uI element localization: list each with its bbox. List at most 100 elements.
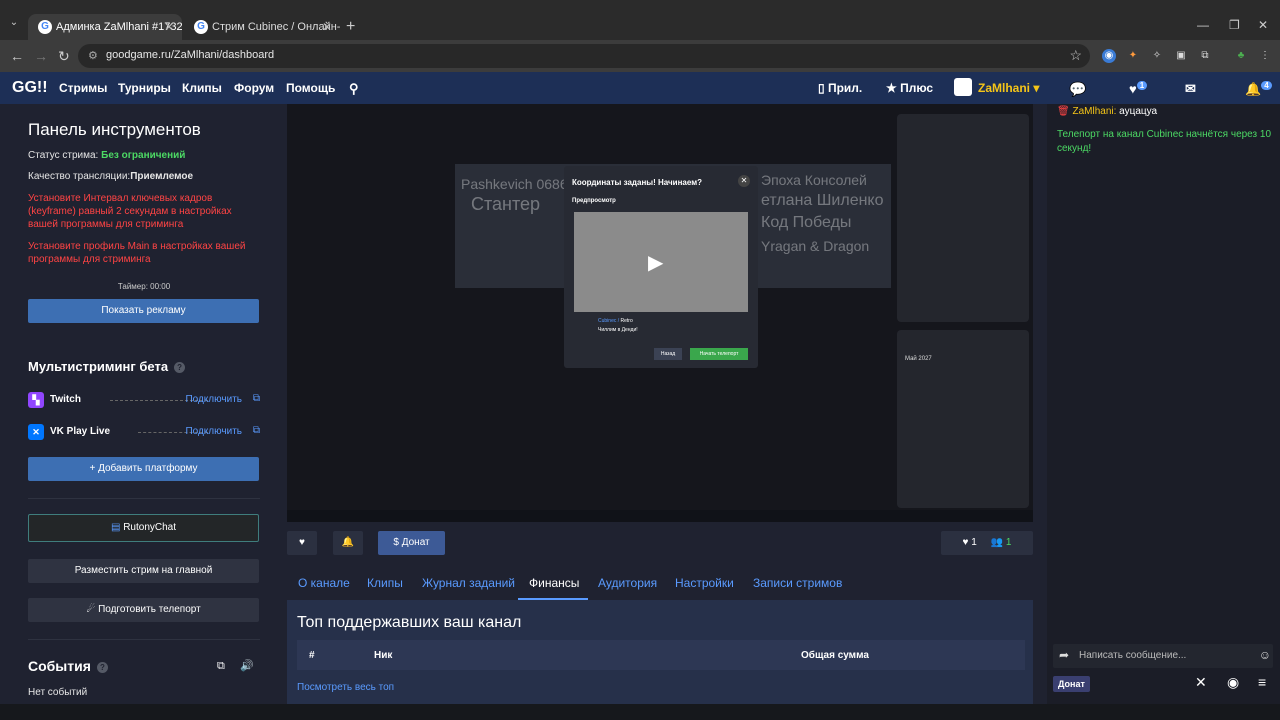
platform-name: VK Play Live xyxy=(50,426,111,437)
extension-icon[interactable]: ◉ xyxy=(1102,49,1116,63)
teleport-icon: ☄ xyxy=(86,604,96,615)
calendar-month: Май 2027 xyxy=(905,356,932,362)
avatar[interactable] xyxy=(954,78,972,96)
minimize-icon[interactable]: — xyxy=(1197,18,1209,32)
close-icon[interactable]: ✕ xyxy=(322,20,332,34)
chat-icon[interactable]: 💬 xyxy=(1069,81,1086,98)
sound-icon[interactable]: 🔊 xyxy=(240,659,254,672)
add-platform-label: Добавить платформу xyxy=(98,463,198,474)
close-icon[interactable]: ✕ xyxy=(164,20,174,34)
search-icon[interactable]: ⚲ xyxy=(349,81,359,97)
rutonychat-button[interactable]: ▤ RutonyChat xyxy=(28,514,259,542)
video-progress-bar[interactable] xyxy=(287,510,1033,522)
profile-icon[interactable]: ♣ xyxy=(1234,49,1248,63)
connect-twitch-link[interactable]: Подключить xyxy=(185,394,242,405)
emoji-icon[interactable]: ☺ xyxy=(1259,648,1271,662)
heart-button[interactable]: ♥ xyxy=(287,531,317,555)
notifications-panel xyxy=(897,114,1029,322)
chat-username[interactable]: ZaMlhani: xyxy=(1072,106,1116,117)
tab-clips[interactable]: Клипы xyxy=(367,576,403,590)
chat-donate-button[interactable]: Донат xyxy=(1053,676,1090,692)
heart-badge-icon[interactable]: ♥ 1 xyxy=(1129,81,1148,96)
chat-text: ауцацуа xyxy=(1119,106,1158,117)
app-label: Прил. xyxy=(827,81,863,95)
user-menu[interactable]: ZaMlhani ▾ xyxy=(978,81,1039,95)
maximize-icon[interactable]: ❐ xyxy=(1229,18,1240,32)
menu-dots-icon[interactable]: ⋮ xyxy=(1258,49,1272,63)
extension-icon[interactable]: ✦ xyxy=(1126,49,1140,63)
status-label: Статус стрима: xyxy=(28,150,99,161)
username: ZaMlhani xyxy=(978,81,1031,95)
twitch-icon: ▚ xyxy=(28,392,44,408)
app-button[interactable]: ▯ Прил. xyxy=(818,81,862,95)
extensions-puzzle-icon[interactable]: ⧉ xyxy=(1198,49,1212,63)
start-teleport-button[interactable]: Начать телепорт xyxy=(690,348,748,360)
extension-icon[interactable]: ✧ xyxy=(1150,49,1164,63)
events-header: События? xyxy=(28,658,108,674)
stream-video[interactable]: Pashkevich 06866 Стантер Эпоха Консолей … xyxy=(287,104,1033,510)
column-total: Общая сумма xyxy=(801,650,869,661)
events-title: События xyxy=(28,658,91,674)
followers-value: 1 xyxy=(1005,537,1012,548)
user-circle-icon[interactable]: ◉ xyxy=(1227,674,1239,691)
see-all-link[interactable]: Посмотреть весь топ xyxy=(297,682,394,693)
play-icon[interactable]: ▶ xyxy=(648,250,663,275)
browser-tab[interactable]: G Стрим Cubinec / Онлайн-тран... ✕ xyxy=(184,14,340,40)
site-logo[interactable]: GG!! xyxy=(12,79,48,97)
browser-tabbar: ⌄ G Админка ZaMlhani #1732694 ✕ G Стрим … xyxy=(0,0,1280,40)
window-close-icon[interactable]: ✕ xyxy=(1258,18,1268,32)
category: Retro xyxy=(620,318,633,324)
tab-search-icon[interactable]: ⌄ xyxy=(6,17,22,33)
close-x-icon[interactable]: ✕ xyxy=(1195,674,1207,691)
delete-icon[interactable]: 🗑 xyxy=(1057,106,1070,117)
new-tab-button[interactable]: + xyxy=(346,18,355,36)
stats-group: ♥ 1 👥 1 xyxy=(941,531,1033,555)
hamburger-menu-icon[interactable]: ≡ xyxy=(1258,674,1266,690)
nav-help[interactable]: Помощь xyxy=(286,81,335,95)
reload-icon[interactable]: ↻ xyxy=(58,48,70,65)
bookmark-star-icon[interactable]: ☆ xyxy=(1069,47,1082,64)
top-title: Топ поддержавших ваш канал xyxy=(297,614,522,631)
mail-icon[interactable]: ✉ xyxy=(1185,81,1196,97)
external-link-icon[interactable]: ⧉ xyxy=(253,425,260,436)
help-icon[interactable]: ? xyxy=(96,661,108,673)
chat-message: 🗑 ZaMlhani: ауцацуа xyxy=(1057,106,1157,117)
reply-arrow-icon[interactable]: ➦ xyxy=(1059,648,1069,662)
close-icon[interactable]: ✕ xyxy=(738,175,750,187)
donate-button[interactable]: $ Донат xyxy=(378,531,445,555)
tab-about[interactable]: О канале xyxy=(298,576,350,590)
tab-title: Стрим Cubinec / Онлайн-тран... xyxy=(212,21,340,33)
nav-forum[interactable]: Форум xyxy=(234,81,274,95)
dashboard-sidebar: Панель инструментов Статус стрима: Без о… xyxy=(0,104,275,704)
external-link-icon[interactable]: ⧉ xyxy=(253,393,260,404)
place-stream-button[interactable]: Разместить стрим на главной xyxy=(28,559,259,583)
teleport-button[interactable]: ☄ Подготовить телепорт xyxy=(28,598,259,622)
connect-vkplay-link[interactable]: Подключить xyxy=(185,426,242,437)
tab-finances[interactable]: Финансы xyxy=(529,576,579,590)
nav-streams[interactable]: Стримы xyxy=(59,81,107,95)
site-info-icon[interactable]: ⚙ xyxy=(88,49,98,62)
platform-row-twitch: ▚ Twitch Подключить ⧉ xyxy=(28,392,260,408)
back-icon[interactable]: ← xyxy=(10,48,24,64)
url-input[interactable]: ⚙ goodgame.ru/ZaMlhani/dashboard ☆ xyxy=(78,44,1090,68)
chat-input[interactable]: ➦ Написать сообщение... ☺ xyxy=(1053,644,1273,668)
help-icon[interactable]: ? xyxy=(174,362,186,374)
tab-quests[interactable]: Журнал заданий xyxy=(422,576,515,590)
bell-button[interactable]: 🔔 xyxy=(333,531,363,555)
bell-icon[interactable]: 🔔 4 xyxy=(1245,81,1272,97)
nav-tournaments[interactable]: Турниры xyxy=(118,81,171,95)
browser-tab-active[interactable]: G Админка ZaMlhani #1732694 ✕ xyxy=(28,14,182,40)
show-ads-button[interactable]: Показать рекламу xyxy=(28,299,259,323)
extension-icon[interactable]: ▣ xyxy=(1174,49,1188,63)
plus-label: Плюс xyxy=(900,81,934,95)
popout-icon[interactable]: ⧉ xyxy=(217,660,225,673)
plus-button[interactable]: ★ Плюс xyxy=(886,81,933,95)
top-supporters-panel: Топ поддержавших ваш канал # Ник Общая с… xyxy=(287,600,1033,704)
tab-recordings[interactable]: Записи стримов xyxy=(753,576,842,590)
add-platform-button[interactable]: + Добавить платформу xyxy=(28,457,259,481)
tab-settings[interactable]: Настройки xyxy=(675,576,734,590)
tab-audience[interactable]: Аудитория xyxy=(598,576,657,590)
back-button[interactable]: Назад xyxy=(654,348,682,360)
forward-icon[interactable]: → xyxy=(34,48,48,64)
nav-clips[interactable]: Клипы xyxy=(182,81,222,95)
